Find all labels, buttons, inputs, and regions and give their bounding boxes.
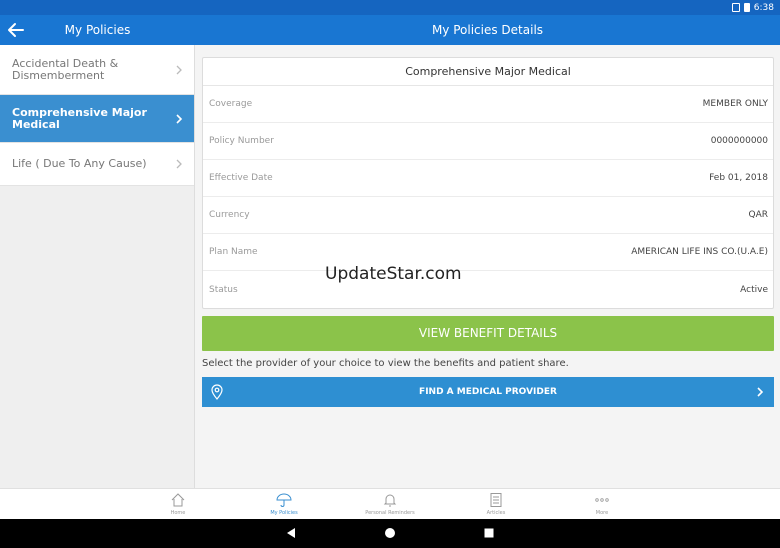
policy-details-card: Comprehensive Major Medical Coverage MEM… xyxy=(202,57,774,309)
detail-label: Plan Name xyxy=(209,247,258,257)
tab-label: My Policies xyxy=(270,510,298,516)
detail-label: Effective Date xyxy=(209,173,273,183)
chevron-right-icon xyxy=(176,113,183,124)
app-bar: My Policies My Policies Details xyxy=(0,15,780,45)
battery-icon xyxy=(743,3,750,12)
sim-icon xyxy=(731,3,740,12)
sidebar-title: My Policies xyxy=(64,23,131,37)
nav-recents-icon[interactable] xyxy=(482,526,496,540)
find-medical-provider-button[interactable]: FIND A MEDICAL PROVIDER xyxy=(202,377,774,407)
tab-my-policies[interactable]: My Policies xyxy=(234,489,334,520)
page-title: My Policies Details xyxy=(431,23,544,37)
tab-home[interactable]: Home xyxy=(128,489,228,520)
detail-label: Currency xyxy=(209,210,250,220)
tab-label: Home xyxy=(170,510,186,516)
detail-label: Coverage xyxy=(209,99,253,109)
tab-label: Articles xyxy=(486,510,506,516)
detail-value: MEMBER ONLY xyxy=(702,99,768,109)
sidebar-item-label: Comprehensive Major Medical xyxy=(12,105,147,131)
provider-note: Select the provider of your choice to vi… xyxy=(202,358,569,369)
detail-row-effective-date: Effective Date Feb 01, 2018 xyxy=(203,160,773,197)
detail-label: Policy Number xyxy=(209,136,274,146)
article-icon xyxy=(490,493,502,507)
bell-icon xyxy=(383,494,397,507)
policy-sidebar: Accidental Death & Dismemberment Compreh… xyxy=(0,45,195,488)
detail-value: QAR xyxy=(748,210,769,220)
system-nav-bar xyxy=(0,519,780,548)
status-bar: 6:38 xyxy=(0,0,780,15)
view-benefit-details-button[interactable]: VIEW BENEFIT DETAILS xyxy=(202,316,774,351)
nav-home-icon[interactable] xyxy=(383,526,397,540)
home-icon xyxy=(171,493,185,507)
detail-row-policy-number: Policy Number 0000000000 xyxy=(203,123,773,160)
chevron-right-icon xyxy=(176,159,182,169)
policy-details-panel: Comprehensive Major Medical Coverage MEM… xyxy=(195,45,780,488)
bottom-tab-bar: Home My Policies Personal Reminders Arti… xyxy=(0,488,780,519)
sidebar-item-label: Accidental Death & Dismemberment xyxy=(12,56,119,82)
chevron-right-icon xyxy=(757,387,764,397)
back-arrow-icon[interactable] xyxy=(6,20,26,40)
detail-value: AMERICAN LIFE INS CO.(U.A.E) xyxy=(631,247,768,257)
sidebar-item-life[interactable]: Life ( Due To Any Cause) xyxy=(0,143,194,186)
nav-back-icon[interactable] xyxy=(284,526,298,540)
tab-personal-reminders[interactable]: Personal Reminders xyxy=(340,489,440,520)
policy-title: Comprehensive Major Medical xyxy=(203,58,773,86)
tab-label: More xyxy=(595,510,609,516)
tab-label: Personal Reminders xyxy=(365,510,415,516)
watermark-text: UpdateStar.com xyxy=(325,264,462,284)
detail-row-currency: Currency QAR xyxy=(203,197,773,234)
detail-value: Feb 01, 2018 xyxy=(709,173,768,183)
location-pin-icon xyxy=(211,384,223,400)
status-time: 6:38 xyxy=(753,2,774,13)
sidebar-item-accidental-death[interactable]: Accidental Death & Dismemberment xyxy=(0,45,194,95)
detail-value: Active xyxy=(740,284,768,295)
detail-value: 0000000000 xyxy=(710,136,768,146)
detail-row-status: Status Active xyxy=(203,271,773,308)
sidebar-item-label: Life ( Due To Any Cause) xyxy=(12,157,147,170)
detail-row-coverage: Coverage MEMBER ONLY xyxy=(203,86,773,123)
sidebar-item-comprehensive-major-medical[interactable]: Comprehensive Major Medical xyxy=(0,95,194,143)
tab-articles[interactable]: Articles xyxy=(446,489,546,520)
find-provider-label: FIND A MEDICAL PROVIDER xyxy=(419,387,557,397)
detail-row-plan-name: Plan Name AMERICAN LIFE INS CO.(U.A.E) xyxy=(203,234,773,271)
more-dots-icon xyxy=(595,498,609,502)
detail-label: Status xyxy=(209,284,238,295)
chevron-right-icon xyxy=(176,65,182,74)
tab-more[interactable]: More xyxy=(552,489,652,520)
umbrella-icon xyxy=(276,493,292,507)
